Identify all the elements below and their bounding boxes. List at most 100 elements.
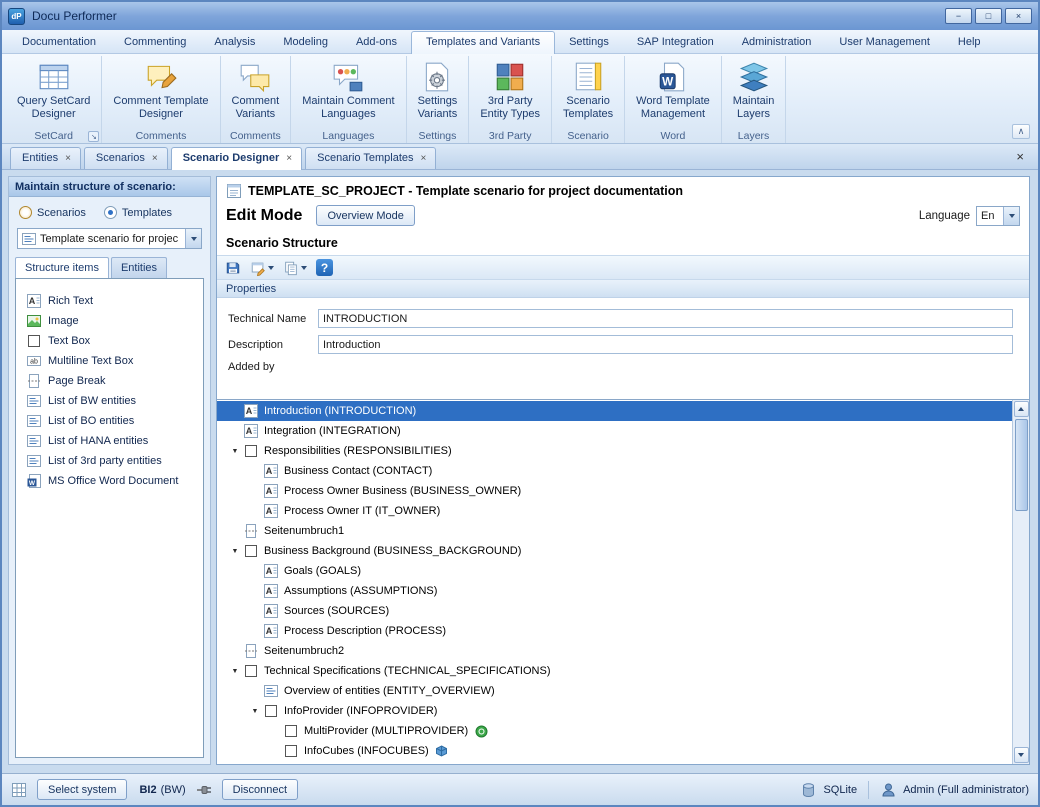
menu-tab-templates-and-variants[interactable]: Templates and Variants — [411, 31, 555, 54]
scenario-title-row: TEMPLATE_SC_PROJECT - Template scenario … — [217, 177, 1029, 201]
tab-entities[interactable]: Entities × — [10, 147, 81, 169]
scenario-templates-button[interactable]: Scenario Templates — [559, 58, 617, 123]
minimize-button[interactable]: − — [945, 8, 972, 24]
menu-tab-add-ons[interactable]: Add-ons — [342, 32, 411, 53]
ribbon-collapse-icon[interactable]: ∧ — [1012, 124, 1030, 139]
tree-row-infoprovider[interactable]: ▼ InfoProvider (INFOPROVIDER) — [217, 701, 1012, 721]
third-party-entity-types-button[interactable]: 3rd Party Entity Types — [476, 58, 544, 123]
technical-name-input[interactable] — [318, 309, 1013, 328]
tree-row-seitenumbruch2[interactable]: Seitenumbruch2 — [217, 641, 1012, 661]
menu-tab-commenting[interactable]: Commenting — [110, 32, 200, 53]
entity-list-icon — [26, 433, 42, 449]
radio-scenarios[interactable]: Scenarios — [19, 206, 86, 219]
save-button[interactable] — [222, 257, 244, 278]
expander-icon[interactable]: ▼ — [247, 708, 263, 715]
close-button[interactable]: × — [1005, 8, 1032, 24]
tree-row-introduction[interactable]: A Introduction (INTRODUCTION) — [217, 401, 1012, 421]
tree-row-label: MultiProvider (MULTIPROVIDER) — [304, 725, 468, 737]
structure-item-list-bw[interactable]: List of BW entities — [16, 391, 203, 411]
tree-row-process-description[interactable]: A Process Description (PROCESS) — [217, 621, 1012, 641]
tab-scenario-templates[interactable]: Scenario Templates × — [305, 147, 436, 169]
structure-item-page-break[interactable]: Page Break — [16, 371, 203, 391]
scroll-down-button[interactable] — [1014, 747, 1029, 763]
tree-row-goals[interactable]: A Goals (GOALS) — [217, 561, 1012, 581]
structure-item-list-bo[interactable]: List of BO entities — [16, 411, 203, 431]
menu-tab-help[interactable]: Help — [944, 32, 995, 53]
word-template-management-button[interactable]: W Word Template Management — [632, 58, 714, 123]
menu-tab-sap-integration[interactable]: SAP Integration — [623, 32, 728, 53]
structure-item-text-box[interactable]: Text Box — [16, 331, 203, 351]
chevron-down-icon[interactable] — [1003, 207, 1019, 225]
radio-templates[interactable]: Templates — [104, 206, 172, 219]
disconnect-button[interactable]: Disconnect — [222, 779, 298, 800]
query-setcard-designer-button[interactable]: Query SetCard Designer — [13, 58, 94, 123]
select-system-button[interactable]: Select system — [37, 779, 127, 800]
description-input[interactable] — [318, 335, 1013, 354]
close-icon[interactable]: × — [421, 153, 427, 164]
tree-row-seitenumbruch1[interactable]: Seitenumbruch1 — [217, 521, 1012, 541]
ribbon-group-3rd-party: 3rd Party Entity Types 3rd Party — [469, 56, 552, 143]
overview-mode-button[interactable]: Overview Mode — [316, 205, 414, 226]
tree-row-sources[interactable]: A Sources (SOURCES) — [217, 601, 1012, 621]
copy-structure-dropdown-button[interactable] — [280, 257, 310, 278]
expander-icon[interactable]: ▼ — [227, 668, 243, 675]
textbox-icon — [283, 723, 299, 739]
comment-export-dropdown-button[interactable] — [247, 257, 277, 278]
menu-tab-documentation[interactable]: Documentation — [8, 32, 110, 53]
system-grid-icon[interactable] — [11, 782, 27, 798]
svg-text:A: A — [266, 466, 273, 476]
tree-row-technical-specifications[interactable]: ▼ Technical Specifications (TECHNICAL_SP… — [217, 661, 1012, 681]
close-icon[interactable]: × — [152, 153, 158, 164]
tab-scenarios[interactable]: Scenarios × — [84, 147, 168, 169]
settings-variants-button[interactable]: Settings Variants — [414, 58, 462, 123]
scrollbar-thumb[interactable] — [1015, 419, 1028, 511]
structure-item-rich-text[interactable]: A Rich Text — [16, 291, 203, 311]
language-select[interactable]: En — [976, 206, 1020, 226]
form-pencil-icon — [250, 260, 266, 276]
maintain-comment-languages-button[interactable]: Maintain Comment Languages — [298, 58, 398, 123]
template-select[interactable]: Template scenario for projec — [17, 228, 202, 249]
tab-structure-items[interactable]: Structure items — [15, 257, 109, 279]
tree-row-business-contact[interactable]: A Business Contact (CONTACT) — [217, 461, 1012, 481]
help-button[interactable]: ? — [313, 257, 336, 278]
structure-item-list-hana[interactable]: List of HANA entities — [16, 431, 203, 451]
tree-row-business-background[interactable]: ▼ Business Background (BUSINESS_BACKGROU… — [217, 541, 1012, 561]
menu-tab-user-management[interactable]: User Management — [825, 32, 944, 53]
structure-item-list-3rd-party[interactable]: List of 3rd party entities — [16, 451, 203, 471]
tree-row-integration[interactable]: A Integration (INTEGRATION) — [217, 421, 1012, 441]
structure-item-label: Rich Text — [48, 295, 93, 307]
structure-item-word-document[interactable]: W MS Office Word Document — [16, 471, 203, 491]
tree-row-multiprovider[interactable]: MultiProvider (MULTIPROVIDER) — [217, 721, 1012, 741]
scroll-up-button[interactable] — [1014, 401, 1029, 417]
menu-tab-modeling[interactable]: Modeling — [269, 32, 342, 53]
dialog-launcher-icon[interactable]: ↘ — [88, 131, 99, 142]
menu-tab-settings[interactable]: Settings — [555, 32, 623, 53]
maintain-layers-button[interactable]: Maintain Layers — [729, 58, 779, 123]
maximize-button[interactable]: □ — [975, 8, 1002, 24]
tree-row-infocubes[interactable]: InfoCubes (INFOCUBES) — [217, 741, 1012, 761]
structure-item-image[interactable]: Image — [16, 311, 203, 331]
menu-tab-analysis[interactable]: Analysis — [200, 32, 269, 53]
expander-icon[interactable]: ▼ — [227, 448, 243, 455]
tree-row-process-owner-it[interactable]: A Process Owner IT (IT_OWNER) — [217, 501, 1012, 521]
radio-icon[interactable] — [19, 206, 32, 219]
structure-item-multiline-text-box[interactable]: ab Multiline Text Box — [16, 351, 203, 371]
tabbar-close-icon[interactable]: × — [1010, 149, 1030, 167]
radio-selected-icon[interactable] — [104, 206, 117, 219]
tree-row-responsibilities[interactable]: ▼ Responsibilities (RESPONSIBILITIES) — [217, 441, 1012, 461]
tab-sidebar-entities[interactable]: Entities — [111, 257, 167, 278]
comment-template-designer-button[interactable]: Comment Template Designer — [109, 58, 212, 123]
richtext-icon: A — [263, 463, 279, 479]
comment-variants-button[interactable]: Comment Variants — [228, 58, 284, 123]
ribbon-button-label: Settings Variants — [418, 95, 458, 121]
tree-row-assumptions[interactable]: A Assumptions (ASSUMPTIONS) — [217, 581, 1012, 601]
expander-icon[interactable]: ▼ — [227, 548, 243, 555]
tree-row-process-owner-business[interactable]: A Process Owner Business (BUSINESS_OWNER… — [217, 481, 1012, 501]
close-icon[interactable]: × — [65, 153, 71, 164]
tree-scrollbar[interactable] — [1012, 400, 1029, 764]
chevron-down-icon[interactable] — [185, 229, 201, 248]
close-icon[interactable]: × — [286, 153, 292, 164]
tab-scenario-designer[interactable]: Scenario Designer × — [171, 147, 302, 170]
menu-tab-administration[interactable]: Administration — [728, 32, 826, 53]
tree-row-overview-of-entities[interactable]: Overview of entities (ENTITY_OVERVIEW) — [217, 681, 1012, 701]
